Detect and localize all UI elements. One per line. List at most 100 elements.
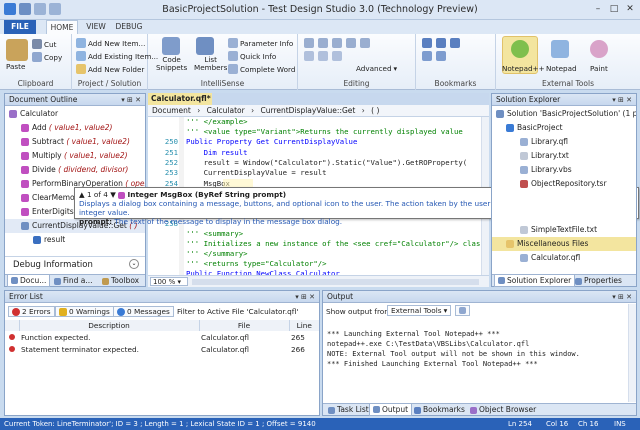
- prev-overload-icon[interactable]: ▲: [79, 190, 85, 199]
- parameter-info-button[interactable]: Parameter Info: [228, 38, 293, 48]
- prev-bookmark-icon[interactable]: [436, 38, 446, 48]
- clear-bookmarks-icon[interactable]: [422, 51, 432, 61]
- tab-home[interactable]: HOME: [46, 20, 78, 35]
- tab-solution-explorer[interactable]: Solution Explorer: [494, 275, 576, 287]
- find-icon[interactable]: [360, 38, 370, 48]
- object-browser-icon: [470, 406, 477, 414]
- tab-task-list[interactable]: Task List: [325, 404, 372, 416]
- list-members-button[interactable]: List Members: [194, 56, 227, 72]
- notepad-plus-label: Notepad++: [502, 64, 545, 73]
- breadcrumb-calculator[interactable]: Calculator: [207, 106, 245, 115]
- file-item[interactable]: ObjectRepository.tsr: [492, 177, 636, 191]
- tab-properties[interactable]: Properties: [572, 275, 625, 287]
- outdent-icon[interactable]: [318, 38, 328, 48]
- next-bookmark-icon[interactable]: [450, 38, 460, 48]
- output-source-select[interactable]: External Tools ▾: [387, 305, 451, 316]
- tab-file[interactable]: FILE: [4, 20, 36, 34]
- outline-item[interactable]: Multiply ( value1, value2): [5, 149, 145, 163]
- file-item[interactable]: Library.vbs: [492, 163, 636, 177]
- error-list-title: Error List: [5, 291, 319, 303]
- tab-document-outline[interactable]: Docu...: [7, 275, 51, 287]
- col-description[interactable]: Description: [19, 320, 200, 331]
- quick-info-button[interactable]: Quick Info: [228, 51, 276, 61]
- parameter-info-icon: [228, 38, 238, 48]
- uncomment-icon[interactable]: [346, 38, 356, 48]
- warnings-filter-button[interactable]: 0 Warnings: [55, 306, 114, 317]
- tab-find[interactable]: Find a...: [51, 275, 96, 287]
- intellisense-group: Code Snippets List Members Parameter Inf…: [148, 34, 298, 90]
- breadcrumb-document[interactable]: Document: [152, 106, 191, 115]
- add-new-folder-button[interactable]: Add New Folder: [76, 64, 144, 74]
- advanced-button[interactable]: Advanced ▾: [356, 64, 397, 73]
- next-overload-icon[interactable]: ▼: [110, 190, 116, 199]
- file-item[interactable]: Library.qfl: [492, 135, 636, 149]
- indent-icon[interactable]: [304, 38, 314, 48]
- panel-controls[interactable]: ▾ ⊞ ✕: [295, 291, 315, 303]
- tab-object-browser[interactable]: Object Browser: [467, 404, 539, 416]
- panel-controls[interactable]: ▾ ⊞ ✕: [612, 94, 632, 106]
- code-snippets-button[interactable]: Code Snippets: [156, 56, 187, 72]
- editor-tab-calculator[interactable]: Calculator.qfl*: [148, 93, 212, 105]
- file-item[interactable]: Library.txt: [492, 149, 636, 163]
- panel-controls[interactable]: ▾ ⊞ ✕: [121, 94, 141, 106]
- toggle-bookmark-icon[interactable]: [422, 38, 432, 48]
- paint-icon[interactable]: [590, 40, 608, 58]
- complete-word-button[interactable]: Complete Word: [228, 64, 295, 74]
- output-scrollbar[interactable]: [628, 304, 636, 402]
- minimize-button[interactable]: –: [590, 2, 606, 16]
- method-icon: [21, 208, 29, 216]
- col-line[interactable]: Line: [289, 320, 319, 331]
- cut-button[interactable]: Cut: [32, 39, 56, 49]
- info-icon: [117, 307, 125, 316]
- breadcrumb-property[interactable]: CurrentDisplayValue::Get: [261, 106, 356, 115]
- messages-filter-button[interactable]: 0 Messages: [113, 306, 174, 317]
- copy-button[interactable]: Copy: [32, 52, 62, 62]
- outline-item[interactable]: Calculator: [5, 107, 145, 121]
- clear-output-button[interactable]: [455, 305, 470, 316]
- panel-controls[interactable]: ▾ ⊞ ✕: [612, 291, 632, 303]
- solution-item[interactable]: Solution 'BasicProjectSolution' (1 proje…: [492, 107, 636, 121]
- goto-icon[interactable]: [332, 51, 342, 61]
- horizontal-scrollbar[interactable]: [192, 279, 479, 285]
- outline-item[interactable]: result: [5, 233, 145, 247]
- project-item[interactable]: BasicProject: [492, 121, 636, 135]
- tab-output[interactable]: Output: [369, 404, 413, 416]
- active-file-filter[interactable]: Filter to Active File 'Calculator.qfl': [173, 306, 302, 317]
- zoom-select[interactable]: 100 % ▾: [150, 277, 188, 286]
- replace-icon[interactable]: [318, 51, 328, 61]
- text-file-icon: [520, 152, 528, 160]
- errors-filter-button[interactable]: 2 Errors: [8, 306, 55, 317]
- table-row[interactable]: Statement terminator expected. Calculato…: [5, 343, 319, 355]
- tab-bookmarks[interactable]: Bookmarks: [411, 404, 468, 416]
- close-button[interactable]: ✕: [622, 2, 638, 16]
- file-item[interactable]: SimpleTextFile.txt: [492, 223, 636, 237]
- format-icon[interactable]: [304, 51, 314, 61]
- paste-button[interactable]: Paste: [6, 62, 25, 71]
- method-icon: [21, 180, 29, 188]
- add-new-item-button[interactable]: Add New Item...: [76, 38, 145, 48]
- breadcrumb-params[interactable]: ( ): [371, 106, 379, 115]
- outline-item[interactable]: Add ( value1, value2): [5, 121, 145, 135]
- output-text[interactable]: *** Launching External Tool Notepad++ **…: [323, 319, 628, 369]
- comment-icon[interactable]: [332, 38, 342, 48]
- tab-debug[interactable]: DEBUG: [114, 20, 144, 34]
- file-icon: [520, 254, 528, 262]
- tab-toolbox[interactable]: Toolbox: [99, 275, 142, 287]
- file-item[interactable]: Calculator.qfl: [492, 251, 636, 265]
- col-file[interactable]: File: [199, 320, 290, 331]
- outline-item[interactable]: Divide ( dividend, divisor): [5, 163, 145, 177]
- tab-view[interactable]: VIEW: [84, 20, 108, 34]
- bookmark-window-icon[interactable]: [436, 51, 446, 61]
- misc-files-item[interactable]: Miscellaneous Files: [492, 237, 636, 251]
- table-row[interactable]: Function expected. Calculator.qfl 265: [5, 331, 319, 343]
- collapse-icon[interactable]: ⌄: [129, 259, 139, 269]
- add-existing-item-button[interactable]: Add Existing Item...: [76, 51, 158, 61]
- outline-item[interactable]: Subtract ( value1, value2): [5, 135, 145, 149]
- code-line: 250 Public Property Get CurrentDisplayVal…: [148, 137, 489, 147]
- editor-tab-strip: [212, 93, 489, 105]
- notepad-icon[interactable]: [551, 40, 569, 58]
- notepad-label: Notepad: [546, 64, 577, 73]
- editing-group-label: Editing: [343, 79, 370, 88]
- maximize-button[interactable]: □: [606, 2, 622, 16]
- param-description: The text of the message to display in th…: [114, 217, 343, 226]
